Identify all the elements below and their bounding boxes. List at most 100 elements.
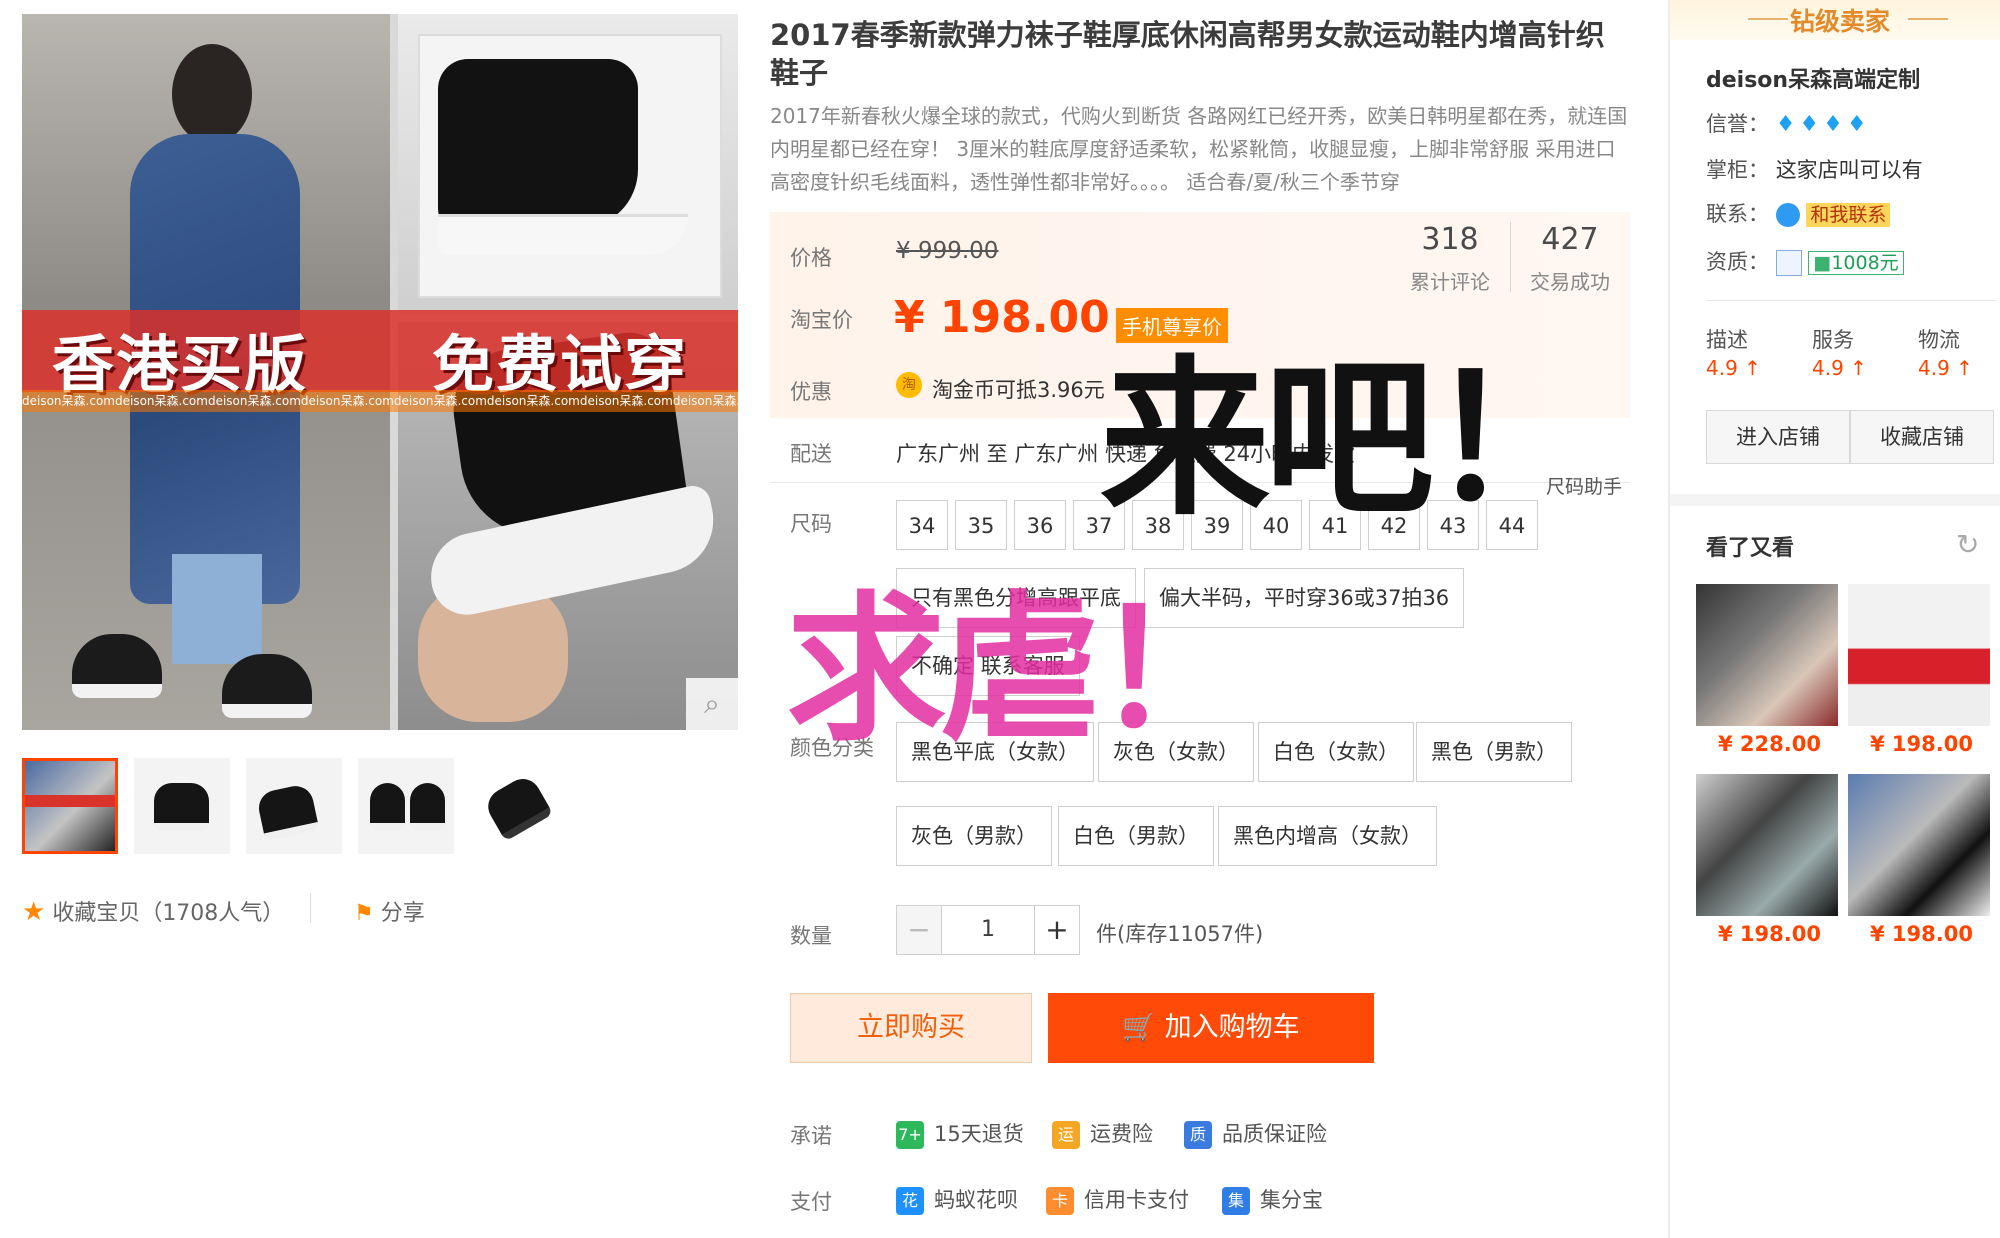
add-to-cart-button[interactable]: 🛒 加入购物车 (1048, 993, 1374, 1063)
payment-1-icon: 花 (896, 1187, 924, 1215)
deposit-badge[interactable]: ■1008元 (1808, 251, 1904, 275)
rating-label: 物流 (1918, 328, 1960, 352)
share-label: 分享 (380, 901, 425, 926)
stock-text: 件(库存11057件) (1096, 922, 1264, 946)
wangwang-icon (1775, 203, 1800, 227)
payment-item-2[interactable]: 卡信用卡支付 (1046, 1184, 1189, 1215)
discount-label: 优惠 (790, 380, 832, 404)
share-icon: ⚑ (354, 901, 374, 926)
keeper-row: 掌柜： 这家店叫可以有 (1706, 154, 1923, 184)
thumbnail-1[interactable] (22, 758, 118, 854)
zoom-icon[interactable]: ⌕ (686, 678, 738, 730)
thumbnail-4[interactable] (358, 758, 454, 854)
payment-label: 蚂蚁花呗 (934, 1188, 1018, 1212)
size-label: 尺码 (790, 512, 832, 536)
favorite-item[interactable]: ★ 收藏宝贝（1708人气） (22, 895, 284, 927)
promise-label: 15天退货 (934, 1122, 1024, 1146)
color-option-5[interactable]: 灰色（男款） (896, 806, 1052, 866)
payment-2-icon: 卡 (1046, 1187, 1074, 1215)
color-option-3[interactable]: 白色（女款） (1258, 722, 1414, 782)
payment-item-3[interactable]: 集集分宝 (1222, 1184, 1323, 1215)
color-option-6[interactable]: 白色（男款） (1058, 806, 1214, 866)
recommend-image-3[interactable] (1696, 774, 1838, 916)
reviews-count[interactable]: 318 (1396, 222, 1504, 257)
thumbnail-5[interactable] (470, 758, 566, 854)
overlay-black-text: 来吧！ (1100, 341, 1598, 539)
payment-label: 信用卡支付 (1084, 1188, 1189, 1212)
promise-3-icon: 质 (1184, 1121, 1212, 1149)
share-button[interactable]: ⚑ 分享 (354, 895, 425, 927)
thumbnail-2[interactable] (134, 758, 230, 854)
promise-label: 品质保证险 (1222, 1122, 1327, 1146)
add-to-cart-label: 加入购物车 (1164, 1012, 1300, 1043)
watermark: deison呆森.comdeison呆森.comdeison呆森.comdeis… (22, 390, 738, 412)
promise-item-3[interactable]: 质品质保证险 (1184, 1118, 1327, 1149)
color-option-4[interactable]: 黑色（男款） (1416, 722, 1572, 782)
recommend-price-3[interactable]: ¥ 198.00 (1718, 922, 1821, 946)
collect-shop-button[interactable]: 收藏店铺 (1850, 410, 1994, 464)
recommend-image-4[interactable] (1848, 774, 1990, 916)
contact-link[interactable]: 和我联系 (1806, 203, 1891, 227)
promise-item-1[interactable]: 7+ 15天退货 (896, 1118, 1024, 1149)
recommend-title: 看了又看 (1706, 536, 1795, 561)
size-option-36[interactable]: 36 (1014, 500, 1066, 550)
credit-row: 信誉： ♦♦♦♦ (1706, 108, 1871, 138)
thumbnail-3[interactable] (246, 758, 342, 854)
payment-item-1[interactable]: 花蚂蚁花呗 (896, 1184, 1018, 1215)
current-price: ¥ 198.00 (894, 292, 1110, 343)
refresh-icon[interactable]: ↻ (1956, 528, 1979, 561)
divider (1706, 300, 1996, 301)
taobao-price-label: 淘宝价 (790, 308, 853, 332)
enter-shop-button[interactable]: 进入店铺 (1706, 410, 1850, 464)
quantity-decrease-button[interactable]: − (896, 905, 942, 955)
rating-label: 服务 (1812, 328, 1854, 352)
product-title: 2017春季新款弹力袜子鞋厚底休闲高帮男女款运动鞋内增高针织鞋子 (770, 18, 1605, 90)
payment-3-icon: 集 (1222, 1187, 1250, 1215)
keeper-label: 掌柜： (1706, 158, 1769, 182)
product-subtitle: 2017年新春秋火爆全球的款式，代购火到断货 各路网红已经开秀，欧美日韩明星都在… (770, 104, 1628, 194)
reviews-label[interactable]: 累计评论 (1396, 266, 1504, 295)
quantity-increase-button[interactable]: + (1034, 905, 1080, 955)
certificate-icon[interactable] (1775, 250, 1802, 276)
section-gap (1670, 494, 2000, 506)
keeper-name[interactable]: 这家店叫可以有 (1776, 158, 1923, 182)
credit-label: 信誉： (1706, 112, 1769, 136)
recommend-price-2[interactable]: ¥ 198.00 (1870, 732, 1973, 756)
cart-icon: 🛒 (1122, 1012, 1157, 1043)
color-option-7[interactable]: 黑色内增高（女款） (1218, 806, 1437, 866)
rating-score: 4.9 ↑ (1918, 356, 1973, 380)
recommend-price-1[interactable]: ¥ 228.00 (1718, 732, 1821, 756)
taojinbi-coin-icon: 淘 (896, 372, 922, 398)
qualification-row: 资质： ■1008元 (1706, 246, 1904, 276)
main-product-image[interactable]: 香港买版 免费试穿 deison呆森.comdeison呆森.comdeison… (22, 14, 738, 730)
recommend-image-1[interactable] (1696, 584, 1838, 726)
size-option-34[interactable]: 34 (896, 500, 948, 550)
quantity-input[interactable]: 1 (942, 905, 1034, 955)
rating-score: 4.9 ↑ (1706, 356, 1761, 380)
deals-label: 交易成功 (1530, 270, 1610, 294)
contact-row: 联系： 和我联系 (1706, 198, 1891, 228)
deals-count: 427 (1541, 222, 1599, 257)
size-option-35[interactable]: 35 (955, 500, 1007, 550)
quantity-label: 数量 (790, 924, 832, 948)
favorite-label: 收藏宝贝（1708人气） (52, 901, 285, 926)
action-divider (310, 893, 311, 923)
shop-name[interactable]: deison呆森高端定制 (1706, 62, 1920, 94)
qualification-label: 资质： (1706, 250, 1769, 274)
shield-icon: ■ (1813, 252, 1832, 274)
overlay-pink-text: 求虐！ (786, 576, 1254, 763)
star-icon: ★ (22, 897, 46, 927)
mobile-price-badge[interactable]: 手机尊享价 (1116, 308, 1228, 343)
promise-label: 承诺 (790, 1124, 832, 1148)
recommend-price-4[interactable]: ¥ 198.00 (1870, 922, 1973, 946)
rating-score: 4.9 ↑ (1812, 356, 1867, 380)
rating-label: 描述 (1706, 328, 1748, 352)
original-price: ¥ 999.00 (896, 238, 999, 264)
buy-now-button[interactable]: 立即购买 (790, 993, 1032, 1063)
deposit-amount: 1008元 (1831, 252, 1899, 274)
promise-item-2[interactable]: 运运费险 (1052, 1118, 1153, 1149)
recommend-image-2[interactable] (1848, 584, 1990, 726)
photo-shoe-in-box (398, 14, 738, 314)
promise-label: 运费险 (1090, 1122, 1153, 1146)
diamond-icons: ♦♦♦♦ (1775, 112, 1871, 137)
